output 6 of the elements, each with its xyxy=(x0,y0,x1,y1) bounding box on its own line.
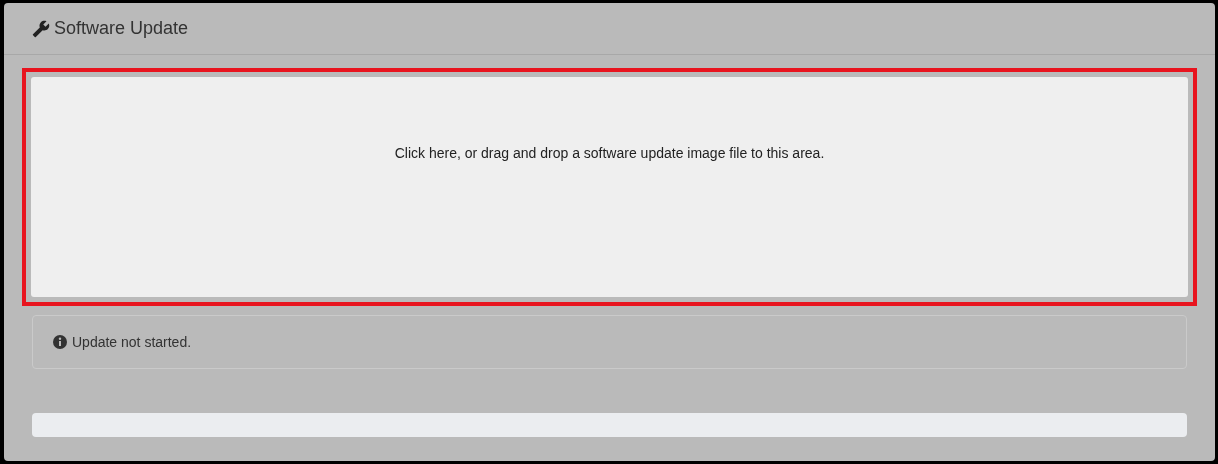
dropzone[interactable]: Click here, or drag and drop a software update image file to this area. xyxy=(22,68,1197,306)
wrench-icon xyxy=(32,19,50,38)
panel-title: Software Update xyxy=(54,17,189,40)
dropzone-text: Click here, or drag and drop a software update image file to this area. xyxy=(394,144,825,163)
info-icon xyxy=(53,335,67,349)
status-text: Update not started. xyxy=(72,332,192,352)
